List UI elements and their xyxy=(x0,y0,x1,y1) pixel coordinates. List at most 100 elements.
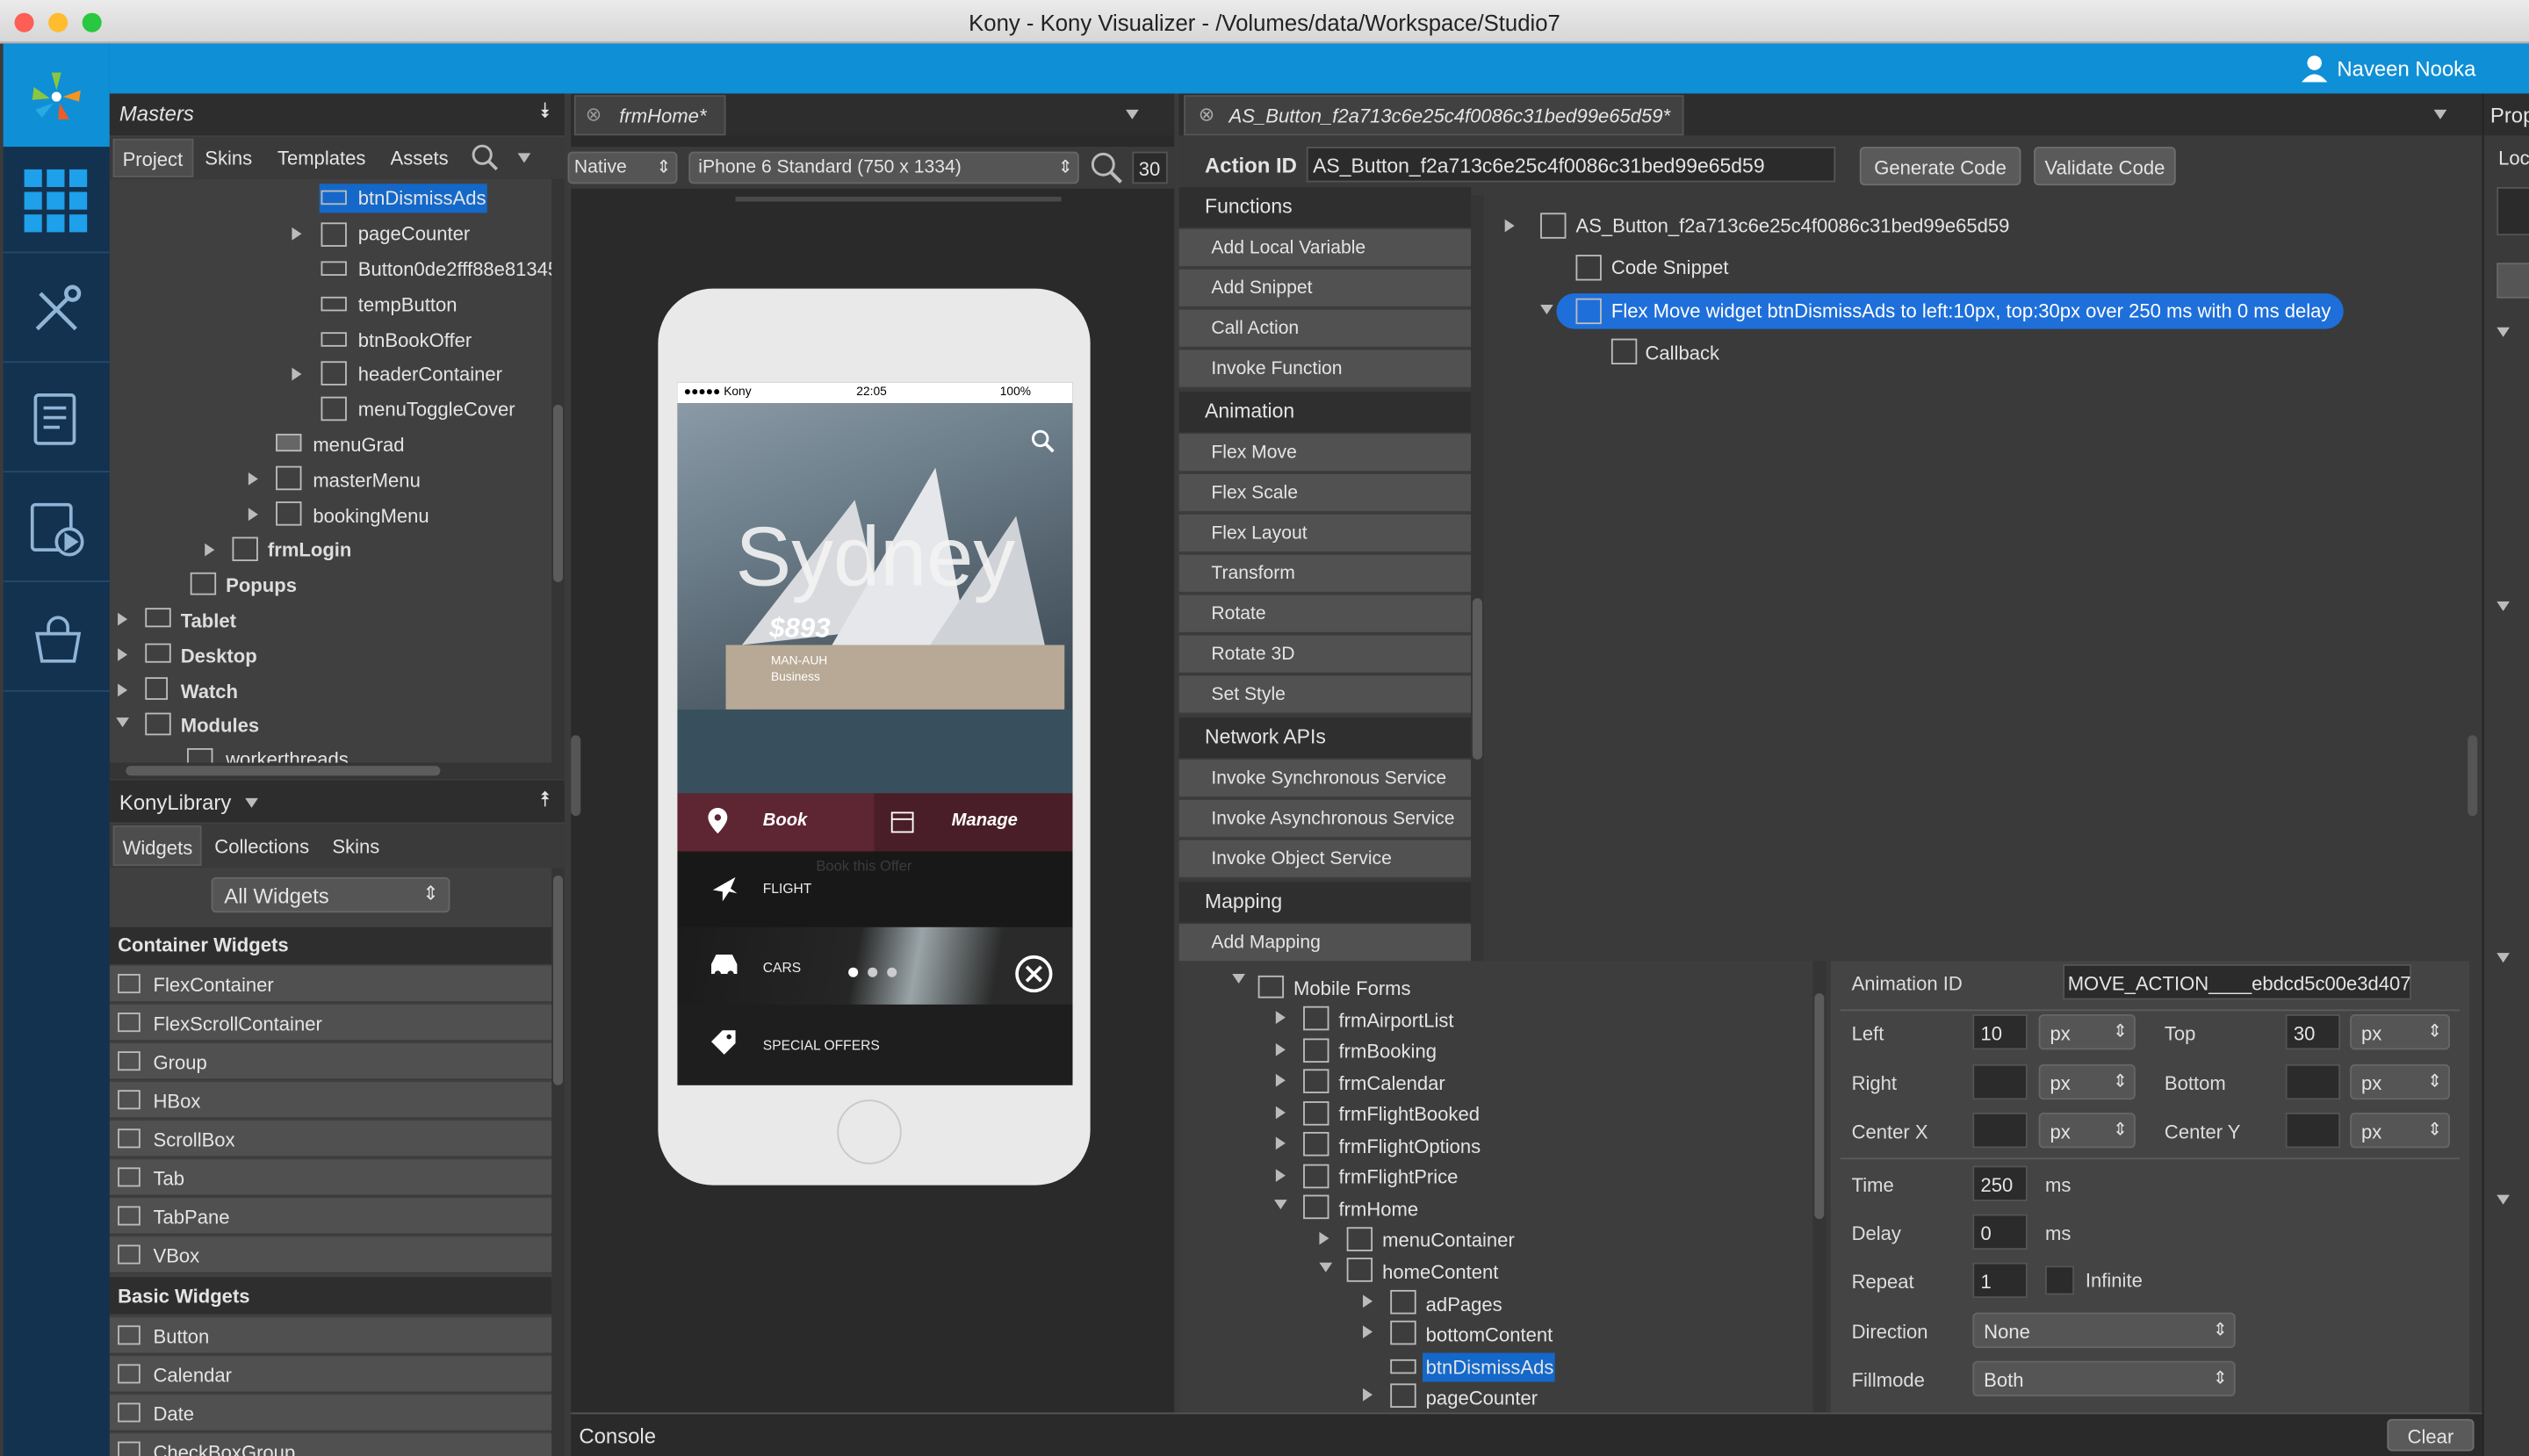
expand-arrow-icon[interactable] xyxy=(1275,1042,1286,1056)
repeat-input[interactable]: 1 xyxy=(1972,1262,2028,1299)
palette-item[interactable]: Invoke Function xyxy=(1178,350,1472,389)
sequence-item[interactable]: Callback xyxy=(1645,342,1719,364)
center-x-unit-select[interactable]: px ⇕ xyxy=(2038,1112,2136,1149)
palette-item[interactable]: Add Mapping xyxy=(1178,924,1472,963)
widget-item[interactable]: Button xyxy=(109,1317,552,1355)
tree-item[interactable]: frmFlightBooked xyxy=(1338,1103,1479,1126)
console-title[interactable]: Console xyxy=(579,1424,656,1448)
form-tab[interactable]: ⊗ frmHome* xyxy=(573,95,726,136)
widget-filter-select[interactable]: All Widgets ⇕ xyxy=(211,876,450,913)
left-unit-select[interactable]: px ⇕ xyxy=(2038,1013,2136,1050)
tree-item[interactable]: homeContent xyxy=(1382,1261,1498,1284)
palette-item[interactable]: Invoke Asynchronous Service xyxy=(1178,799,1472,839)
tree-item[interactable]: Mobile Forms xyxy=(1293,977,1411,1000)
chevron-down-icon[interactable] xyxy=(2497,1194,2510,1205)
widget-item[interactable]: ScrollBox xyxy=(109,1121,552,1158)
sequence-root[interactable]: AS_Button_f2a713c6e25c4f0086c31bed99e65d… xyxy=(1575,214,2009,237)
expand-arrow-icon[interactable] xyxy=(248,508,258,522)
tree-item[interactable]: btnDismissAds xyxy=(1426,1356,1554,1379)
close-circle-icon[interactable] xyxy=(1014,955,1053,993)
tree-item[interactable]: Tablet xyxy=(181,609,236,632)
palette-item[interactable]: Add Snippet xyxy=(1178,269,1472,308)
collapse-arrow-icon[interactable] xyxy=(1274,1200,1287,1210)
tab-menu-icon[interactable] xyxy=(2433,109,2447,119)
tree-item[interactable]: menuToggleCover xyxy=(358,399,515,422)
widget-item[interactable]: HBox xyxy=(109,1082,552,1120)
expand-arrow-icon[interactable] xyxy=(1275,1169,1286,1182)
palette-item[interactable]: Invoke Object Service xyxy=(1178,840,1472,879)
properties-input[interactable] xyxy=(2497,186,2529,236)
collapse-arrow-icon[interactable] xyxy=(116,717,129,728)
collapse-arrow-icon[interactable] xyxy=(1232,974,1245,984)
widget-item[interactable]: FlexContainer xyxy=(109,965,552,1004)
collapse-icon[interactable]: ⯯ xyxy=(538,98,551,124)
expand-arrow-icon[interactable] xyxy=(248,472,258,486)
fillmode-select[interactable]: Both ⇕ xyxy=(1972,1360,2236,1397)
widget-item[interactable]: TabPane xyxy=(109,1198,552,1236)
widget-item[interactable]: Tab xyxy=(109,1159,552,1197)
palette-item[interactable]: Rotate 3D xyxy=(1178,635,1472,674)
palette-scrollbar[interactable] xyxy=(1471,195,1484,962)
tree-item[interactable]: Popups xyxy=(226,574,297,597)
animation-id-input[interactable]: MOVE_ACTION____ebdcd5c00e3d407 xyxy=(2063,964,2411,1000)
generate-code-button[interactable]: Generate Code xyxy=(1859,147,2021,186)
tab-library-skins[interactable]: Skins xyxy=(332,835,379,858)
chevron-down-icon[interactable] xyxy=(2497,601,2510,611)
expand-arrow-icon[interactable] xyxy=(1363,1325,1373,1339)
widget-item[interactable]: Calendar xyxy=(109,1356,552,1394)
tree-item[interactable]: frmLogin xyxy=(268,538,352,561)
tree-item[interactable]: workerthreads xyxy=(226,748,349,763)
tab-collections[interactable]: Collections xyxy=(214,835,309,858)
sequence-item[interactable]: Flex Move widget btnDismissAds to left:1… xyxy=(1611,300,2331,323)
tree-item[interactable]: btnBookOffer xyxy=(358,329,472,352)
tree-item[interactable]: pageCounter xyxy=(358,222,470,245)
expand-arrow-icon[interactable] xyxy=(1275,1011,1286,1024)
book-tab[interactable]: Book xyxy=(763,811,808,831)
search-icon[interactable] xyxy=(1031,429,1056,454)
widget-item[interactable]: Group xyxy=(109,1042,552,1081)
palette-item[interactable]: Add Local Variable xyxy=(1178,228,1472,268)
expand-arrow-icon[interactable] xyxy=(118,683,128,697)
library-title[interactable]: KonyLibrary xyxy=(119,790,231,815)
rail-documents[interactable] xyxy=(3,366,110,472)
user-name[interactable]: Naveen Nooka xyxy=(2337,56,2475,81)
rail-tools[interactable] xyxy=(3,256,110,364)
expand-arrow-icon[interactable] xyxy=(1504,219,1515,233)
palette-item[interactable]: Rotate xyxy=(1178,595,1472,634)
close-tab-icon[interactable]: ⊗ xyxy=(1199,104,1214,126)
expand-arrow-icon[interactable] xyxy=(292,227,302,241)
masters-scrollbar[interactable] xyxy=(551,178,565,763)
platform-select[interactable]: Native ⇕ xyxy=(567,151,678,184)
device-select[interactable]: iPhone 6 Standard (750 x 1334) ⇕ xyxy=(688,151,1079,184)
properties-select[interactable] xyxy=(2497,263,2529,299)
zoom-icon[interactable] xyxy=(1091,152,1123,184)
expand-arrow-icon[interactable] xyxy=(1319,1231,1329,1245)
close-tab-icon[interactable]: ⊗ xyxy=(586,104,602,126)
rail-marketplace[interactable] xyxy=(3,586,110,692)
right-unit-select[interactable]: px ⇕ xyxy=(2038,1063,2136,1100)
tree-item[interactable]: bookingMenu xyxy=(313,505,429,528)
palette-item[interactable]: Flex Layout xyxy=(1178,514,1472,553)
cars-row[interactable]: CARS xyxy=(677,926,1073,1005)
rail-preview[interactable] xyxy=(3,476,110,582)
tree-item[interactable]: frmFlightOptions xyxy=(1338,1135,1481,1158)
sequence-splitter-handle[interactable] xyxy=(2468,735,2478,817)
flight-row[interactable]: Book this Offer FLIGHT xyxy=(677,851,1073,927)
right-input[interactable] xyxy=(1972,1063,2028,1100)
tree-item[interactable]: frmAirportList xyxy=(1338,1009,1453,1032)
palette-item[interactable]: Flex Move xyxy=(1178,433,1472,472)
tree-item[interactable]: tempButton xyxy=(358,293,458,316)
form-splitter-handle[interactable] xyxy=(571,735,581,817)
library-scrollbar[interactable] xyxy=(551,867,565,1456)
chevron-down-icon[interactable] xyxy=(2497,953,2510,963)
action-tab[interactable]: ⊗ AS_Button_f2a713c6e25c4f0086c31bed99e6… xyxy=(1184,95,1684,136)
widget-item[interactable]: CheckBoxGroup xyxy=(109,1433,552,1456)
expand-icon[interactable]: ⯭ xyxy=(538,787,551,812)
palette-item[interactable]: Invoke Synchronous Service xyxy=(1178,759,1472,798)
properties-title[interactable]: Prop xyxy=(2490,104,2529,128)
expand-arrow-icon[interactable] xyxy=(1275,1073,1286,1087)
tree-item[interactable]: menuContainer xyxy=(1382,1229,1515,1251)
top-input[interactable]: 30 xyxy=(2285,1013,2341,1050)
tree-item[interactable]: frmHome xyxy=(1338,1198,1418,1221)
tree-item[interactable]: masterMenu xyxy=(313,469,421,492)
